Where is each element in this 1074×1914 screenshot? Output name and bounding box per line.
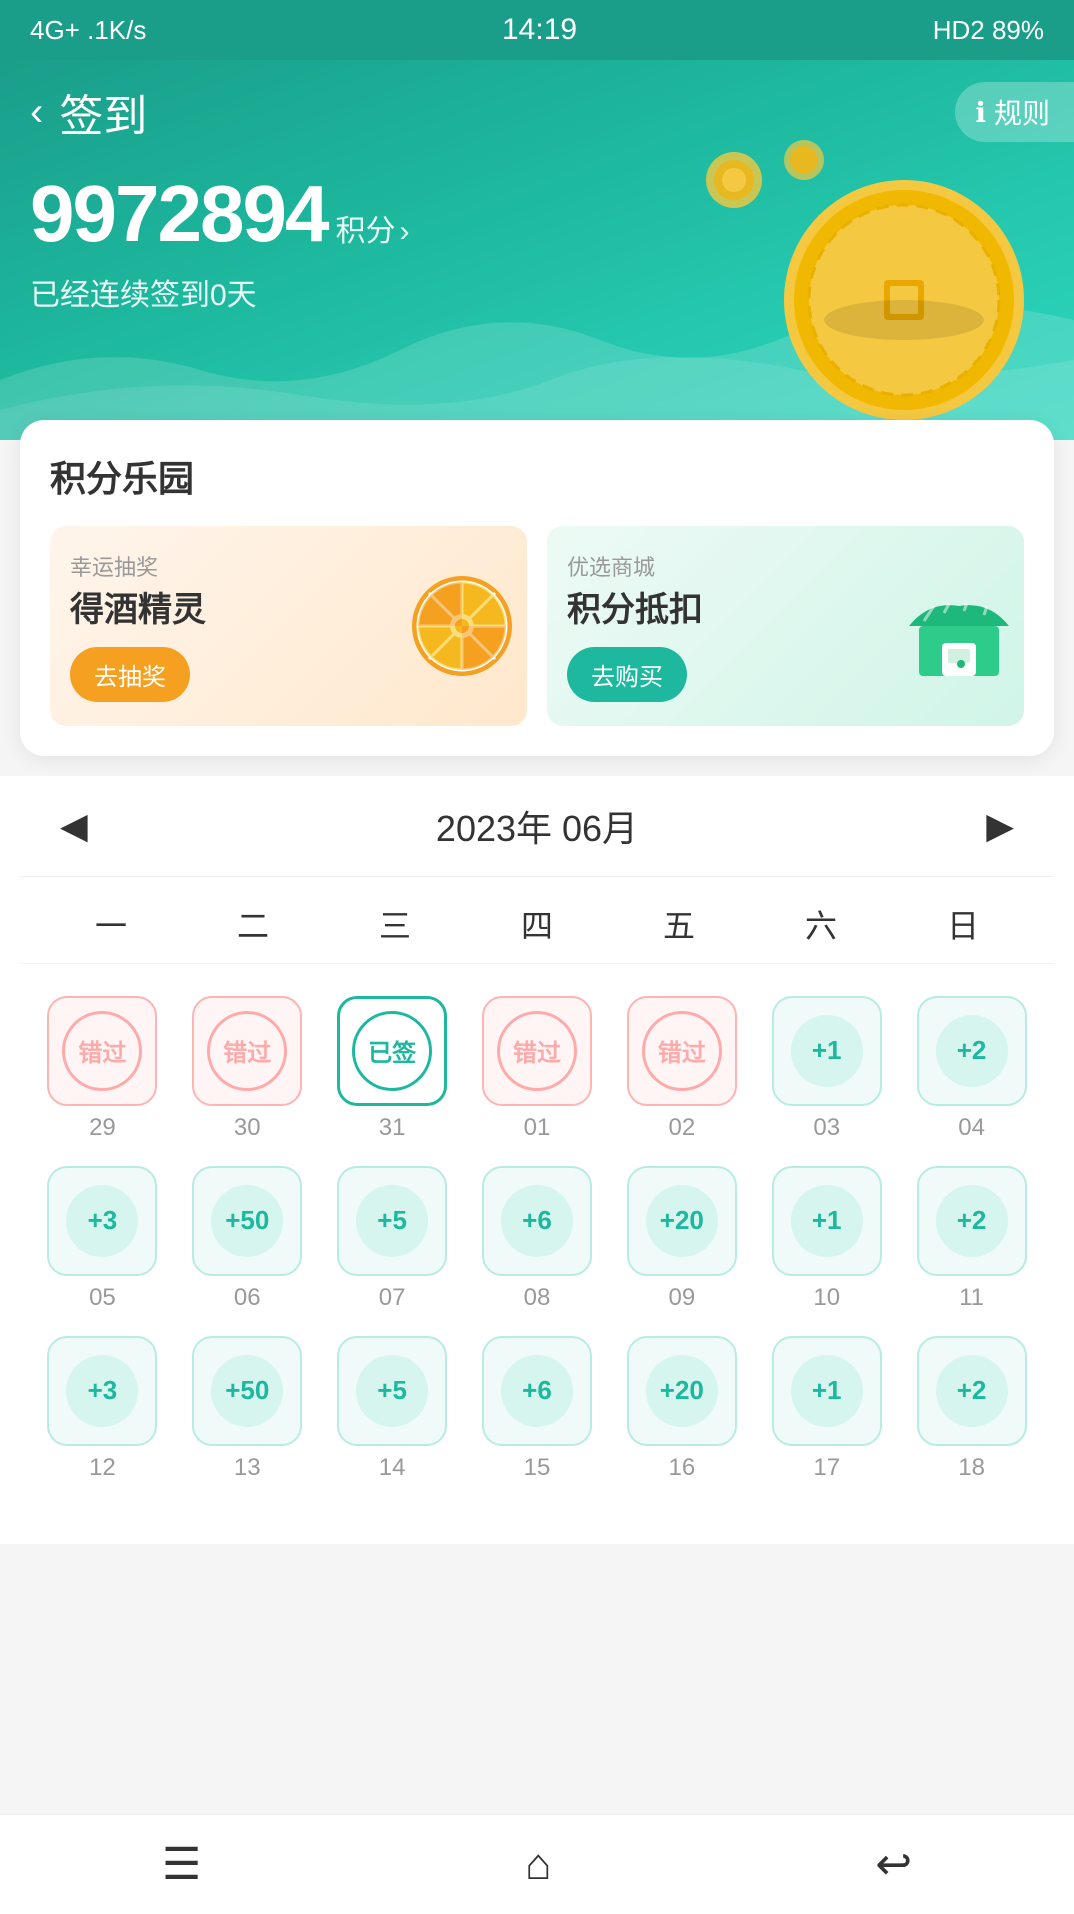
menu-button[interactable]: ☰ — [162, 1839, 201, 1890]
calendar-section: ◀ 2023年 06月 ▶ 一 二 三 四 五 六 日 错过29错过30已签31… — [0, 776, 1074, 1544]
weekday-sat: 六 — [750, 901, 892, 947]
weekday-headers: 一 二 三 四 五 六 日 — [20, 877, 1054, 964]
cal-cell-17[interactable]: +117 — [754, 1324, 899, 1494]
status-right: HD2 89% — [933, 15, 1044, 46]
points-unit: 积分 — [335, 206, 395, 250]
header-section: ‹ 签到 ℹ 规则 9972894 积分 › 已经连续签到0天 — [0, 60, 1074, 440]
cal-cell-08[interactable]: +608 — [465, 1154, 610, 1324]
page-title: 签到 — [59, 80, 147, 144]
cal-cell-05[interactable]: +305 — [30, 1154, 175, 1324]
weekday-fri: 五 — [608, 901, 750, 947]
cal-cell-10[interactable]: +110 — [754, 1154, 899, 1324]
bottom-nav: ☰ ⌂ ↩ — [0, 1814, 1074, 1914]
back-button[interactable]: ‹ — [30, 90, 43, 135]
rules-button[interactable]: ℹ 规则 — [955, 82, 1074, 142]
mall-card[interactable]: 优选商城 积分抵扣 去购买 — [547, 526, 1024, 726]
cal-cell-03[interactable]: +103 — [754, 984, 899, 1154]
wheel-icon — [407, 571, 517, 681]
cal-cell-29[interactable]: 错过29 — [30, 984, 175, 1154]
cal-cell-11[interactable]: +211 — [899, 1154, 1044, 1324]
cal-cell-31[interactable]: 已签31 — [320, 984, 465, 1154]
cal-cell-02[interactable]: 错过02 — [609, 984, 754, 1154]
cal-cell-07[interactable]: +507 — [320, 1154, 465, 1324]
weekday-sun: 日 — [892, 901, 1034, 947]
card-section: 积分乐园 幸运抽奖 得酒精灵 去抽奖 — [20, 420, 1054, 756]
prev-month-button[interactable]: ◀ — [50, 805, 98, 847]
signal-text: 4G+ .1K/s — [30, 15, 146, 46]
calendar-grid: 错过29错过30已签31错过01错过02+103+204 +305+5006+50… — [20, 964, 1054, 1514]
header-top: ‹ 签到 — [30, 80, 1044, 144]
calendar-month-label: 2023年 06月 — [436, 800, 638, 852]
cal-cell-09[interactable]: +2009 — [609, 1154, 754, 1324]
lucky-draw-button[interactable]: 去抽奖 — [70, 647, 190, 702]
cal-cell-16[interactable]: +2016 — [609, 1324, 754, 1494]
cal-cell-04[interactable]: +204 — [899, 984, 1044, 1154]
cal-cell-18[interactable]: +218 — [899, 1324, 1044, 1494]
back-nav-button[interactable]: ↩ — [875, 1839, 912, 1890]
shop-icon — [904, 571, 1014, 681]
cal-cell-01[interactable]: 错过01 — [465, 984, 610, 1154]
weekday-mon: 一 — [40, 901, 182, 947]
status-bar: 4G+ .1K/s 14:19 HD2 89% — [0, 0, 1074, 60]
info-icon: ℹ — [975, 96, 986, 129]
cal-cell-14[interactable]: +514 — [320, 1324, 465, 1494]
home-button[interactable]: ⌂ — [525, 1840, 552, 1890]
status-time: 14:19 — [502, 13, 577, 47]
mall-button[interactable]: 去购买 — [567, 647, 687, 702]
cal-cell-06[interactable]: +5006 — [175, 1154, 320, 1324]
next-month-button[interactable]: ▶ — [976, 805, 1024, 847]
status-left: 4G+ .1K/s — [30, 15, 146, 46]
rules-label: 规则 — [994, 92, 1050, 132]
card-section-title: 积分乐园 — [50, 450, 1024, 502]
battery-text: HD2 89% — [933, 15, 1044, 46]
cal-cell-30[interactable]: 错过30 — [175, 984, 320, 1154]
cal-cell-15[interactable]: +615 — [465, 1324, 610, 1494]
lucky-draw-card[interactable]: 幸运抽奖 得酒精灵 去抽奖 — [50, 526, 527, 726]
cal-cell-13[interactable]: +5013 — [175, 1324, 320, 1494]
cal-cell-12[interactable]: +312 — [30, 1324, 175, 1494]
weekday-wed: 三 — [324, 901, 466, 947]
promo-row: 幸运抽奖 得酒精灵 去抽奖 — [50, 526, 1024, 726]
points-arrow[interactable]: › — [399, 215, 409, 249]
coin-decoration — [674, 140, 1034, 420]
weekday-thu: 四 — [466, 901, 608, 947]
calendar-nav: ◀ 2023年 06月 ▶ — [20, 776, 1054, 877]
points-number: 9972894 — [30, 174, 327, 254]
weekday-tue: 二 — [182, 901, 324, 947]
